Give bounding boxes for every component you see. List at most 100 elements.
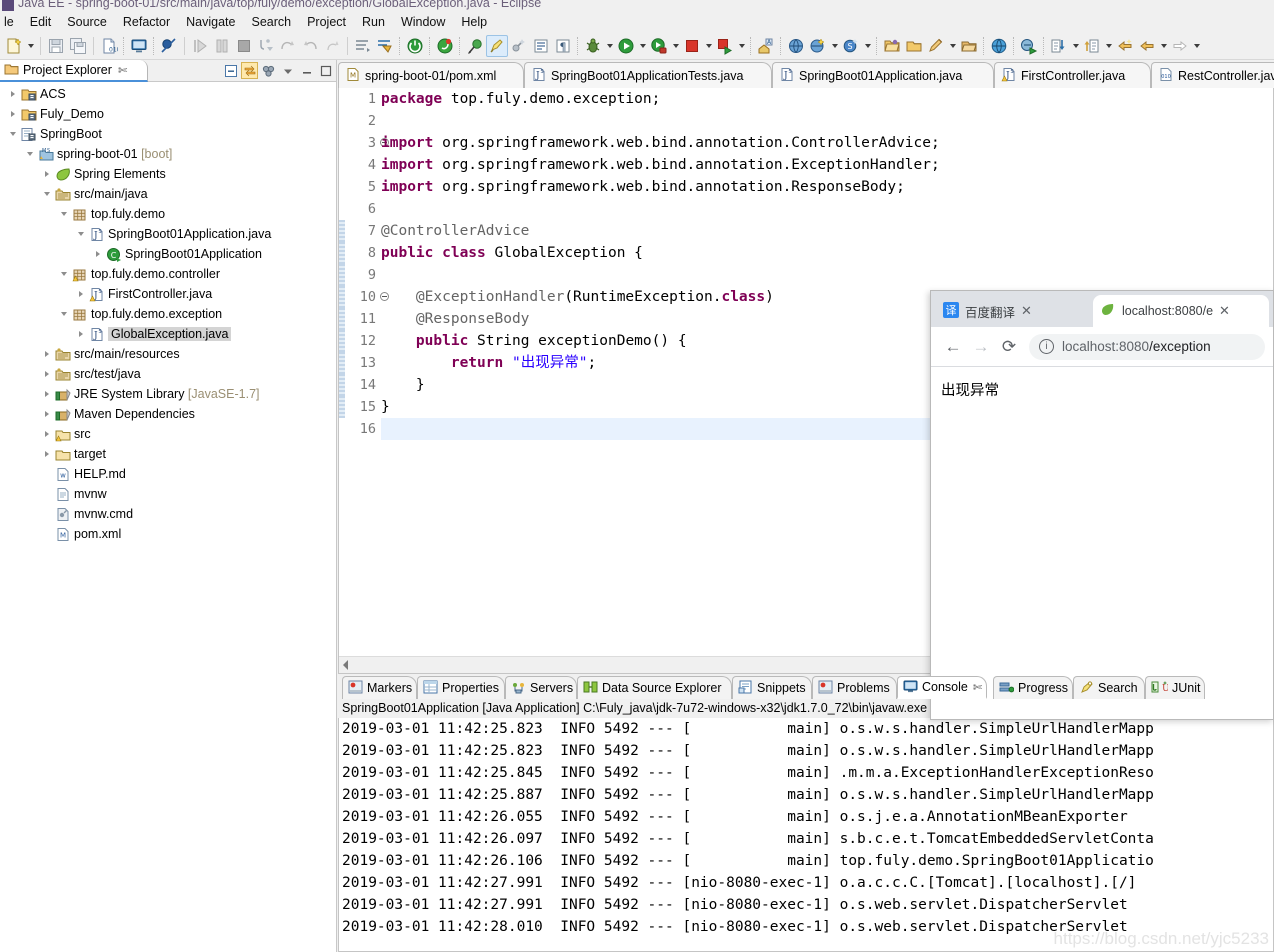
- open-type-icon[interactable]: [374, 35, 396, 57]
- dropdown-arrow-icon[interactable]: [829, 35, 840, 57]
- tree-item-jre-system-library[interactable]: JRE System Library [JavaSE-1.7]: [0, 384, 336, 404]
- twisty-open-icon[interactable]: [74, 227, 88, 241]
- spring-pin-icon[interactable]: [464, 35, 486, 57]
- project-tree[interactable]: ACS Fuly_Demo SpringBoot M Sspring-boot-01 […: [0, 82, 336, 952]
- dropdown-arrow-icon[interactable]: [604, 35, 615, 57]
- tree-item-firstcontroller-java[interactable]: J S FirstController.java: [0, 284, 336, 304]
- twisty-closed-icon[interactable]: [6, 87, 20, 101]
- dropdown-arrow-icon[interactable]: [670, 35, 681, 57]
- dropdown-arrow-icon[interactable]: [703, 35, 714, 57]
- dropdown-arrow-icon[interactable]: [947, 35, 958, 57]
- twisty-closed-icon[interactable]: [40, 367, 54, 381]
- step-over-icon[interactable]: [277, 35, 299, 57]
- save-icon[interactable]: [45, 35, 67, 57]
- twisty-closed-icon[interactable]: [40, 407, 54, 421]
- debug-icon[interactable]: [582, 35, 604, 57]
- tree-item-pom-xml[interactable]: Mpom.xml: [0, 524, 336, 544]
- step-return-icon[interactable]: [299, 35, 321, 57]
- menu-item-window[interactable]: Window: [393, 14, 453, 30]
- tree-item-acs[interactable]: ACS: [0, 84, 336, 104]
- twisty-closed-icon[interactable]: [6, 107, 20, 121]
- back-icon[interactable]: [1136, 35, 1158, 57]
- browser-tab-localhost[interactable]: localhost:8080/e ✕: [1093, 295, 1269, 327]
- twisty-closed-icon[interactable]: [40, 447, 54, 461]
- step-into-icon[interactable]: [255, 35, 277, 57]
- twisty-closed-icon[interactable]: [74, 327, 88, 341]
- pencil-icon[interactable]: [925, 35, 947, 57]
- import-icon[interactable]: [1048, 35, 1070, 57]
- run-server-icon[interactable]: [648, 35, 670, 57]
- bottom-tab-search[interactable]: Search: [1073, 676, 1145, 699]
- dropdown-arrow-icon[interactable]: [1103, 35, 1114, 57]
- resume-icon[interactable]: [189, 35, 211, 57]
- tree-item-top-fuly-demo-exception[interactable]: top.fuly.demo.exception: [0, 304, 336, 324]
- tree-item-fuly-demo[interactable]: Fuly_Demo: [0, 104, 336, 124]
- twisty-open-icon[interactable]: [57, 307, 71, 321]
- minimize-icon[interactable]: [298, 62, 315, 79]
- link-with-editor-icon[interactable]: [241, 62, 258, 79]
- view-menu-icon[interactable]: [279, 62, 296, 79]
- twisty-closed-icon[interactable]: [74, 287, 88, 301]
- bottom-tab-properties[interactable]: Properties: [417, 676, 505, 699]
- export-icon[interactable]: [1081, 35, 1103, 57]
- twisty-closed-icon[interactable]: [40, 427, 54, 441]
- briefcase-icon[interactable]: [958, 35, 980, 57]
- tree-item-top-fuly-demo-controller[interactable]: top.fuly.demo.controller: [0, 264, 336, 284]
- dropdown-arrow-icon[interactable]: [1070, 35, 1081, 57]
- suspend-icon[interactable]: [211, 35, 233, 57]
- tree-item-spring-boot-01[interactable]: M Sspring-boot-01 [boot]: [0, 144, 336, 164]
- forward-icon[interactable]: →: [967, 333, 995, 361]
- paragraph-marks-icon[interactable]: ¶: [552, 35, 574, 57]
- twisty-open-icon[interactable]: [40, 187, 54, 201]
- spring-boot-icon[interactable]: [434, 35, 456, 57]
- twisty-closed-icon[interactable]: [40, 167, 54, 181]
- tree-item-maven-dependencies[interactable]: Maven Dependencies: [0, 404, 336, 424]
- menu-item-search[interactable]: Search: [243, 14, 299, 30]
- twisty-closed-icon[interactable]: [40, 387, 54, 401]
- dropdown-arrow-icon[interactable]: [25, 35, 36, 57]
- tree-item-top-fuly-demo[interactable]: top.fuly.demo: [0, 204, 336, 224]
- skip-breakpoints-icon[interactable]: [158, 35, 180, 57]
- tree-item-mvnw[interactable]: mvnw: [0, 484, 336, 504]
- tree-item-springboot01application[interactable]: C SpringBoot01Application: [0, 244, 336, 264]
- twisty-open-icon[interactable]: [23, 147, 37, 161]
- globe-icon[interactable]: [988, 35, 1010, 57]
- run-icon[interactable]: [615, 35, 637, 57]
- tree-item-src[interactable]: src: [0, 424, 336, 444]
- block-selection-icon[interactable]: [530, 35, 552, 57]
- clean-icon[interactable]: [508, 35, 530, 57]
- open-folder-icon[interactable]: [881, 35, 903, 57]
- menu-item-navigate[interactable]: Navigate: [178, 14, 243, 30]
- tree-item-mvnw-cmd[interactable]: mvnw.cmd: [0, 504, 336, 524]
- close-icon[interactable]: ✄: [118, 64, 127, 77]
- open-console-icon[interactable]: [128, 35, 150, 57]
- menu-item-source[interactable]: Source: [59, 14, 115, 30]
- tree-item-help-md[interactable]: w HELP.md: [0, 464, 336, 484]
- bottom-tab-problems[interactable]: Problems: [812, 676, 897, 699]
- tree-item-springboot01application-java[interactable]: J S SpringBoot01Application.java: [0, 224, 336, 244]
- save-all-icon[interactable]: [67, 35, 89, 57]
- bottom-tab-data-source-explorer[interactable]: Data Source Explorer: [577, 676, 732, 699]
- open-task-icon[interactable]: [352, 35, 374, 57]
- spring-power-icon[interactable]: [404, 35, 426, 57]
- editor-tab-firstcontroller-java[interactable]: J S FirstController.java: [994, 62, 1151, 88]
- menu-item-help[interactable]: Help: [453, 14, 495, 30]
- terminate-icon[interactable]: [233, 35, 255, 57]
- collapse-all-icon[interactable]: [222, 62, 239, 79]
- drop-to-frame-icon[interactable]: [321, 35, 343, 57]
- menu-item-run[interactable]: Run: [354, 14, 393, 30]
- forward-icon[interactable]: [1169, 35, 1191, 57]
- twisty-open-icon[interactable]: [57, 207, 71, 221]
- editor-tab-springboot01applicationtests-java[interactable]: J S SpringBoot01ApplicationTests.java: [524, 62, 772, 88]
- address-bar[interactable]: i localhost:8080/exception: [1029, 333, 1265, 360]
- tree-item-src-main-resources[interactable]: src/main/resources: [0, 344, 336, 364]
- new-file-binary-icon[interactable]: 010: [98, 35, 120, 57]
- highlight-icon[interactable]: [486, 34, 508, 57]
- menu-item-le[interactable]: le: [2, 14, 22, 30]
- tree-item-spring-elements[interactable]: Spring Elements: [0, 164, 336, 184]
- close-icon[interactable]: ✕: [1219, 303, 1230, 319]
- twisty-open-icon[interactable]: [6, 127, 20, 141]
- twisty-closed-icon[interactable]: [91, 247, 105, 261]
- scroll-left-icon[interactable]: [343, 660, 348, 670]
- close-icon[interactable]: ✄: [973, 681, 982, 694]
